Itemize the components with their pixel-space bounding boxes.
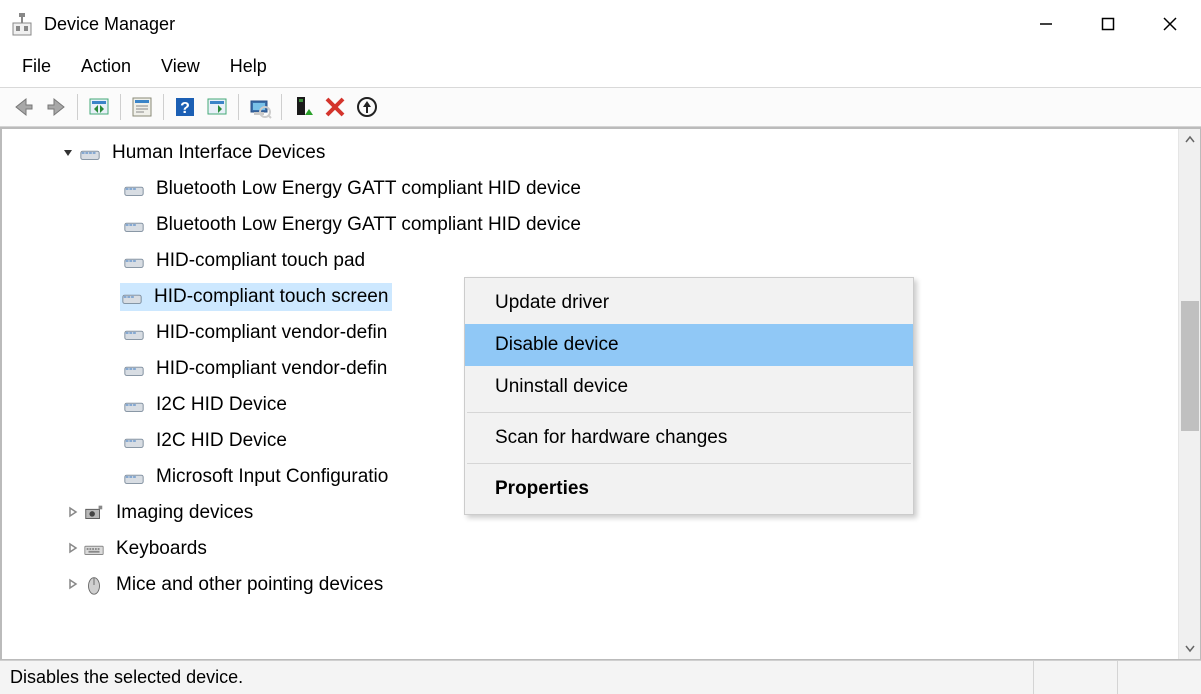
device-icon [122,465,146,489]
device-icon [122,357,146,381]
tree-item[interactable]: Bluetooth Low Energy GATT compliant HID … [2,207,1178,243]
cm-scan-hardware[interactable]: Scan for hardware changes [465,417,913,459]
mouse-icon [82,573,106,597]
hid-category-icon [78,141,102,165]
cm-update-driver[interactable]: Update driver [465,282,913,324]
menu-file[interactable]: File [22,56,51,77]
toolbar-separator [77,94,78,120]
device-icon [122,177,146,201]
device-icon [120,285,144,309]
cm-uninstall-device[interactable]: Uninstall device [465,366,913,408]
statusbar-segment [1117,661,1201,694]
tree-label: HID-compliant touch screen [154,286,388,308]
enable-device-button[interactable] [287,91,319,123]
tree-label: Keyboards [116,538,207,560]
expand-icon[interactable] [62,541,82,557]
imaging-icon [82,501,106,525]
tree-label: Bluetooth Low Energy GATT compliant HID … [156,214,581,236]
scroll-track[interactable] [1179,151,1201,637]
tree-category-collapsed[interactable]: Mice and other pointing devices [2,567,1178,603]
disable-device-button[interactable] [319,91,351,123]
tree-label: Microsoft Input Configuratio [156,466,388,488]
scan-hardware-button[interactable] [201,91,233,123]
titlebar: Device Manager [0,0,1201,48]
tree-category-collapsed[interactable]: Keyboards [2,531,1178,567]
tree-category[interactable]: Human Interface Devices [2,135,1178,171]
tree-area: Human Interface Devices Bluetooth Low En… [0,127,1201,660]
cm-separator [467,463,911,464]
tree-label: I2C HID Device [156,430,287,452]
update-driver-button[interactable] [244,91,276,123]
window-title: Device Manager [44,14,1015,35]
help-button[interactable]: ? [169,91,201,123]
tree-item[interactable]: Bluetooth Low Energy GATT compliant HID … [2,171,1178,207]
expand-icon[interactable] [62,577,82,593]
close-button[interactable] [1139,0,1201,48]
menu-view[interactable]: View [161,56,200,77]
cm-separator [467,412,911,413]
tree-label: Imaging devices [116,502,253,524]
menu-action[interactable]: Action [81,56,131,77]
properties-button[interactable] [126,91,158,123]
tree-label: Bluetooth Low Energy GATT compliant HID … [156,178,581,200]
statusbar-text: Disables the selected device. [10,667,243,688]
menu-help[interactable]: Help [230,56,267,77]
keyboard-icon [82,537,106,561]
scroll-up-icon[interactable] [1179,129,1201,151]
expand-icon[interactable] [62,505,82,521]
app-icon [10,12,34,36]
svg-text:?: ? [180,100,190,117]
menubar: File Action View Help [0,48,1201,87]
statusbar-segment [1033,661,1117,694]
tree-label: I2C HID Device [156,394,287,416]
scroll-thumb[interactable] [1181,301,1199,431]
tree-label: Human Interface Devices [112,142,325,164]
tree-label: Mice and other pointing devices [116,574,383,596]
device-icon [122,429,146,453]
statusbar: Disables the selected device. [0,660,1201,694]
device-icon [122,321,146,345]
toolbar-separator [238,94,239,120]
forward-button[interactable] [40,91,72,123]
minimize-button[interactable] [1015,0,1077,48]
device-tree[interactable]: Human Interface Devices Bluetooth Low En… [2,129,1178,659]
toolbar-separator [120,94,121,120]
context-menu: Update driver Disable device Uninstall d… [464,277,914,515]
scroll-down-icon[interactable] [1179,637,1201,659]
tree-label: HID-compliant touch pad [156,250,365,272]
show-devices-button[interactable] [83,91,115,123]
window-controls [1015,0,1201,48]
toolbar-separator [281,94,282,120]
expand-icon[interactable] [58,145,78,161]
tree-label: HID-compliant vendor-defin [156,358,387,380]
back-button[interactable] [8,91,40,123]
vertical-scrollbar[interactable] [1178,129,1200,659]
maximize-button[interactable] [1077,0,1139,48]
device-icon [122,393,146,417]
tree-label: HID-compliant vendor-defin [156,322,387,344]
device-icon [122,213,146,237]
cm-disable-device[interactable]: Disable device [465,324,913,366]
device-icon [122,249,146,273]
cm-properties[interactable]: Properties [465,468,913,510]
tree-item[interactable]: HID-compliant touch pad [2,243,1178,279]
uninstall-device-button[interactable] [351,91,383,123]
toolbar: ? [0,87,1201,127]
toolbar-separator [163,94,164,120]
